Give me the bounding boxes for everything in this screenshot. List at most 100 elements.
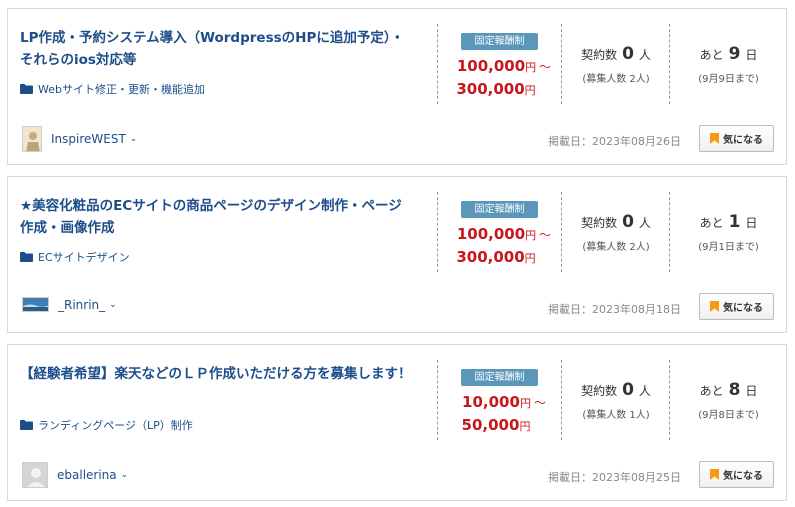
posted-value: 2023年08月26日 [592,135,681,148]
job-card-top: 【経験者希望】楽天などのＬＰ作成いただける方を募集します！ ランディングページ（… [8,345,786,450]
fixed-fee-badge: 固定報酬制 [461,369,538,386]
days-value: 8 [728,380,741,400]
price-column: 固定報酬制 100,000円〜 300,000円 [437,24,561,104]
yen-unit: 円 [524,252,536,265]
bookmark-button[interactable]: 気になる [699,125,774,152]
days-unit: 日 [745,216,758,230]
contract-label: 契約数 [581,48,618,62]
days-label: あと [699,48,724,62]
job-title-link[interactable]: ★美容化粧品のECサイトの商品ページのデザイン制作・ページ作成・画像作成 [20,195,412,239]
client-username: _Rinrin_ [58,297,106,312]
days-label: あと [699,384,724,398]
job-card-top: LP作成・予約システム導入（WordpressのHPに追加予定）・それらのios… [8,9,786,114]
folder-icon [20,252,33,262]
posted-date: 掲載日：2023年08月25日 [548,469,681,485]
deadline-date: (9月1日まで) [698,242,759,253]
price-max-value: 300,000 [456,248,525,266]
days-unit: 日 [745,384,758,398]
price-column: 固定報酬制 10,000 円〜 50,000円 [437,360,561,440]
client-username: InspireWEST [51,132,126,146]
contract-label: 契約数 [581,384,618,398]
days-left: あと 9 日 [670,44,787,64]
yen-unit: 円 [524,84,536,97]
days-label: あと [699,216,724,230]
posted-date: 掲載日：2023年08月18日 [548,301,681,317]
contract-value: 0 [622,380,634,400]
posted-value: 2023年08月18日 [592,303,681,316]
client-username: eballerina [57,468,117,482]
chevron-down-icon: ⌄ [129,134,138,144]
avatar [22,126,42,152]
contract-column: 契約数 0 人 (募集人数 2人) [561,192,669,272]
contract-value: 0 [622,212,634,232]
price-column: 固定報酬制 100,000円〜 300,000円 [437,192,561,272]
job-category-link[interactable]: ランディングページ（LP）制作 [20,417,193,433]
posted-label: 掲載日： [548,471,592,484]
folder-icon [20,84,33,94]
days-column: あと 9 日 (9月9日まで) [669,24,786,104]
job-category-label: ECサイトデザイン [38,251,130,264]
fixed-fee-badge: 固定報酬制 [461,201,538,218]
days-unit: 日 [745,48,758,62]
person-unit: 人 [638,48,651,62]
days-left: あと 1 日 [670,212,787,232]
contract-count: 契約数 0 人 [562,212,670,232]
price-min-value: 100,000 [456,57,526,75]
bookmark-label: 気になる [723,471,763,482]
avatar [22,297,49,312]
yen-unit: 円 [525,61,537,74]
bookmark-label: 気になる [723,135,763,146]
posted-value: 2023年08月25日 [592,471,681,484]
contract-label: 契約数 [581,216,618,230]
job-title-link[interactable]: 【経験者希望】楽天などのＬＰ作成いただける方を募集します！ [20,363,412,385]
bookmark-button[interactable]: 気になる [699,461,774,488]
job-card: LP作成・予約システム導入（WordpressのHPに追加予定）・それらのios… [7,8,787,165]
person-unit: 人 [638,384,651,398]
days-column: あと 8 日 (9月8日まで) [669,360,786,440]
yen-unit: 円 [519,420,531,433]
range-tilde: 〜 [533,396,546,410]
days-column: あと 1 日 (9月1日まで) [669,192,786,272]
avatar [22,462,48,488]
job-category-link[interactable]: Webサイト修正・更新・機能追加 [20,81,205,97]
posted-label: 掲載日： [548,135,592,148]
price-max-value: 50,000 [461,416,520,434]
days-left: あと 8 日 [670,380,787,400]
range-tilde: 〜 [539,228,552,242]
job-card: 【経験者希望】楽天などのＬＰ作成いただける方を募集します！ ランディングページ（… [7,344,787,501]
recruit-count: (募集人数 1人) [582,410,650,421]
days-value: 1 [728,212,741,232]
client-user[interactable]: eballerina ⌄ [22,462,128,488]
recruit-count: (募集人数 2人) [582,242,650,253]
deadline-date: (9月8日まで) [698,410,759,421]
bookmark-label: 気になる [723,303,763,314]
client-user[interactable]: InspireWEST ⌄ [22,126,137,152]
job-category-label: ランディングページ（LP）制作 [38,419,193,432]
price-min: 100,000円〜 [442,56,566,75]
chevron-down-icon: ⌄ [120,470,129,480]
contract-value: 0 [622,44,634,64]
bookmark-button[interactable]: 気になる [699,293,774,320]
bookmark-icon [710,133,719,144]
contract-count: 契約数 0 人 [562,44,670,64]
person-unit: 人 [638,216,651,230]
posted-label: 掲載日： [548,303,592,316]
price-max-value: 300,000 [456,80,525,98]
price-min-value: 10,000 [462,393,520,411]
job-category-label: Webサイト修正・更新・機能追加 [38,83,205,96]
price-max: 300,000円 [434,247,558,266]
price-min: 10,000円〜 [442,392,566,411]
chevron-down-icon: ⌄ [109,299,117,310]
contract-column: 契約数 0 人 (募集人数 1人) [561,360,669,440]
price-max: 50,000円 [434,415,558,434]
days-value: 9 [728,44,741,64]
client-user[interactable]: _Rinrin_ ⌄ [22,297,117,312]
job-card-top: ★美容化粧品のECサイトの商品ページのデザイン制作・ページ作成・画像作成 ECサ… [8,177,786,282]
contract-column: 契約数 0 人 (募集人数 2人) [561,24,669,104]
job-title-link[interactable]: LP作成・予約システム導入（WordpressのHPに追加予定）・それらのios… [20,27,412,71]
job-category-link[interactable]: ECサイトデザイン [20,249,130,265]
bookmark-icon [710,469,719,480]
yen-unit: 円 [525,229,537,242]
job-card: ★美容化粧品のECサイトの商品ページのデザイン制作・ページ作成・画像作成 ECサ… [7,176,787,333]
price-min: 100,000円〜 [442,224,566,243]
